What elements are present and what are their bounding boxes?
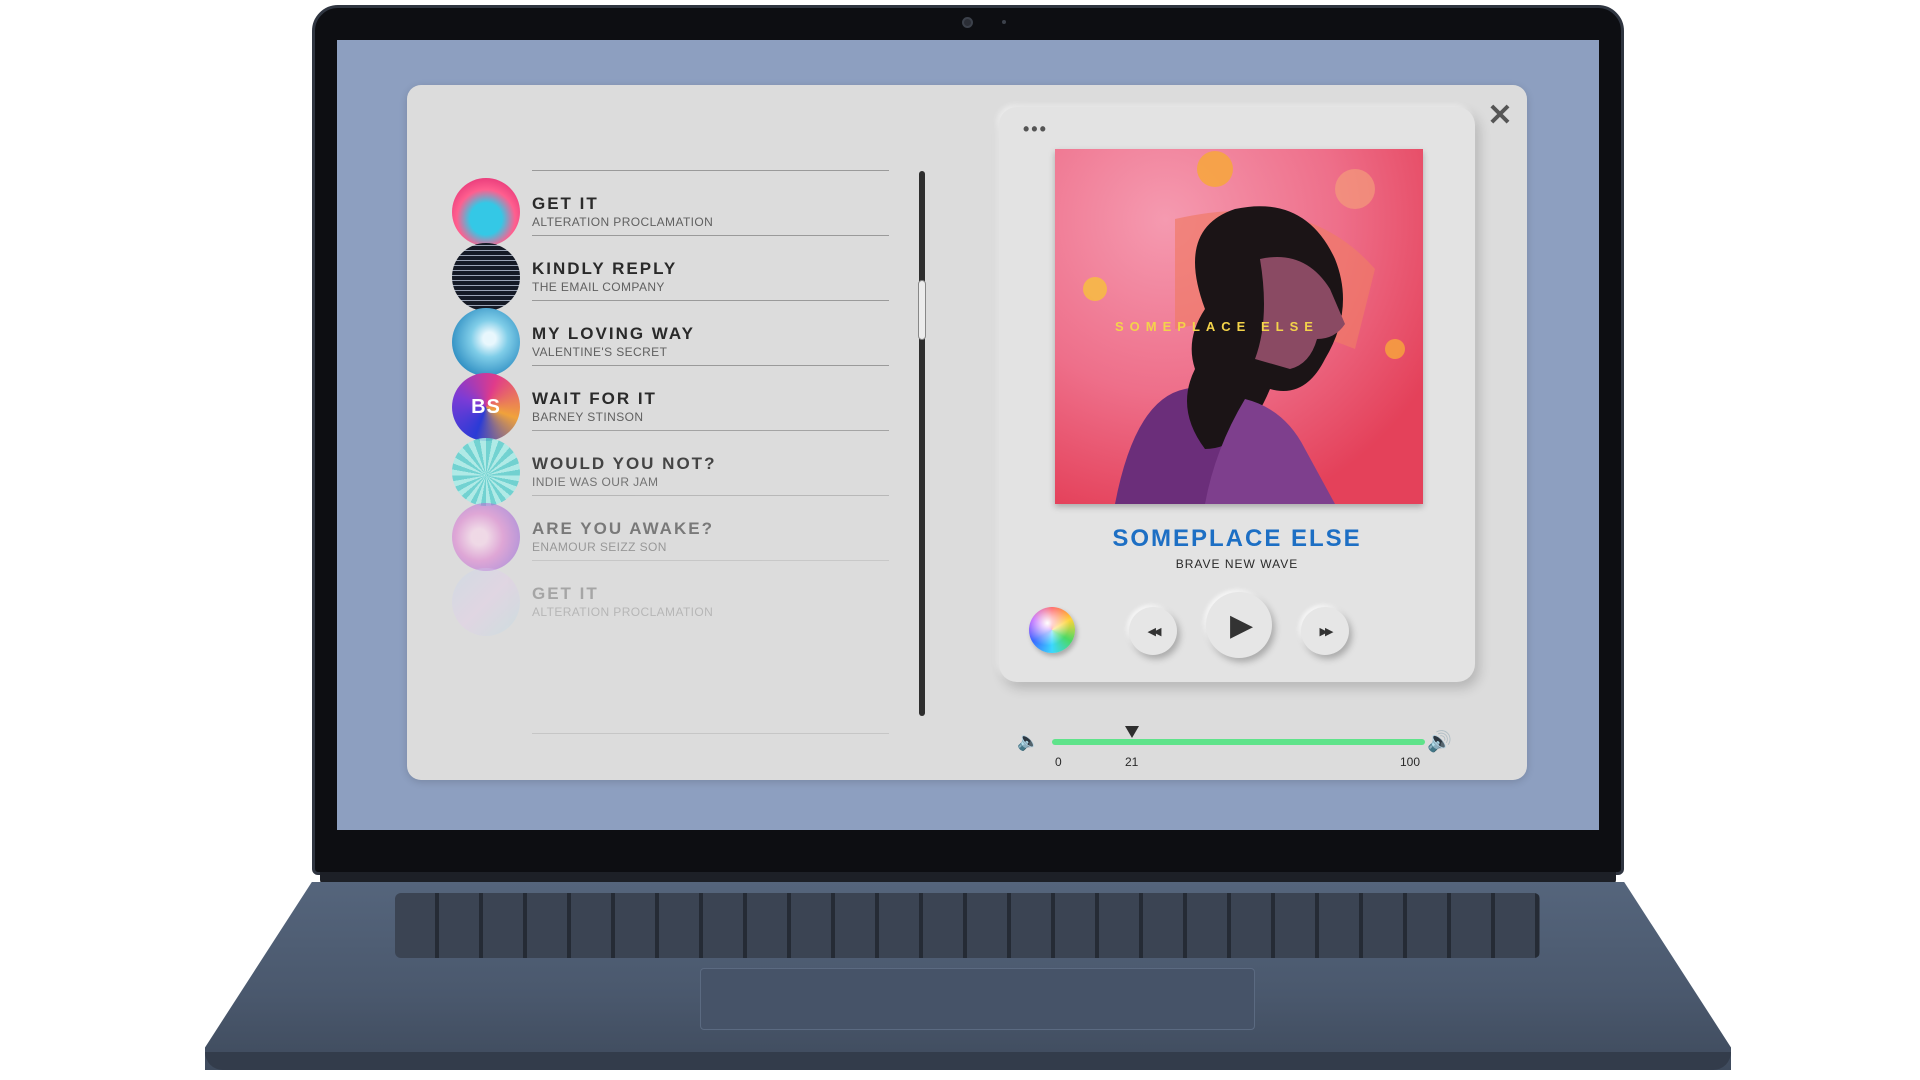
track-artist: BARNEY STINSON bbox=[532, 410, 644, 424]
track-title: MY LOVING WAY bbox=[532, 324, 695, 343]
playlist-scrollbar[interactable] bbox=[919, 171, 925, 716]
divider bbox=[532, 430, 889, 431]
track-title: WOULD YOU NOT? bbox=[532, 454, 717, 473]
track-title: KINDLY REPLY bbox=[532, 259, 678, 278]
play-button[interactable]: ▶ bbox=[1206, 592, 1272, 658]
close-icon[interactable]: ✕ bbox=[1485, 101, 1515, 131]
now-playing-card: ••• SOMEPLACE ELSE SOMEPLACE ELSE BRAVE … bbox=[999, 107, 1475, 682]
album-art-thumbnail bbox=[452, 568, 520, 636]
track-artist: ALTERATION PROCLAMATION bbox=[532, 605, 714, 619]
fast-forward-icon: ▶▶ bbox=[1319, 625, 1334, 638]
divider bbox=[532, 170, 889, 171]
track-artist: VALENTINE'S SECRET bbox=[532, 345, 668, 359]
divider bbox=[532, 300, 889, 301]
volume-min-label: 0 bbox=[1055, 755, 1062, 769]
track-title: GET IT bbox=[532, 584, 599, 603]
more-options-icon[interactable]: ••• bbox=[1023, 119, 1048, 140]
track-artist: INDIE WAS OUR JAM bbox=[532, 475, 659, 489]
webcam-icon bbox=[962, 17, 973, 28]
volume-slider[interactable] bbox=[1052, 739, 1425, 745]
divider bbox=[532, 235, 889, 236]
list-item[interactable]: GET IT ALTERATION PROCLAMATION bbox=[452, 560, 892, 640]
track-title: GET IT bbox=[532, 194, 599, 213]
touchpad bbox=[700, 968, 1255, 1030]
album-cover-title: SOMEPLACE ELSE bbox=[1115, 319, 1319, 334]
divider bbox=[532, 495, 889, 496]
song-title: SOMEPLACE ELSE bbox=[1112, 525, 1362, 552]
divider bbox=[532, 365, 889, 366]
album-art-label: BS bbox=[471, 395, 501, 418]
volume-high-icon[interactable]: 🔊 bbox=[1427, 729, 1452, 754]
scrollbar-thumb[interactable] bbox=[918, 280, 926, 340]
desktop-screen: ✕ GET IT ALTERATION PROCLAMATION KINDLY … bbox=[337, 40, 1599, 830]
laptop-base-edge bbox=[205, 1052, 1731, 1070]
track-artist: THE EMAIL COMPANY bbox=[532, 280, 665, 294]
volume-max-label: 100 bbox=[1400, 755, 1421, 769]
track-title: ARE YOU AWAKE? bbox=[532, 519, 714, 538]
keyboard bbox=[395, 893, 1540, 958]
previous-button[interactable]: ◀◀ bbox=[1129, 607, 1177, 655]
track-title: WAIT FOR IT bbox=[532, 389, 657, 408]
track-artist: ALTERATION PROCLAMATION bbox=[532, 215, 714, 229]
volume-slider-thumb[interactable] bbox=[1125, 726, 1139, 738]
track-artist: ENAMOUR SEIZZ SON bbox=[532, 540, 667, 554]
volume-value-label: 21 bbox=[1125, 755, 1139, 769]
play-icon: ▶ bbox=[1229, 608, 1254, 642]
music-player-window: ✕ GET IT ALTERATION PROCLAMATION KINDLY … bbox=[407, 85, 1527, 780]
song-artist: BRAVE NEW WAVE bbox=[1175, 557, 1299, 571]
volume-low-icon[interactable]: 🔈 bbox=[1017, 731, 1039, 752]
playlist: GET IT ALTERATION PROCLAMATION KINDLY RE… bbox=[452, 170, 892, 735]
rewind-icon: ◀◀ bbox=[1147, 625, 1162, 638]
divider bbox=[532, 733, 889, 734]
next-button[interactable]: ▶▶ bbox=[1301, 607, 1349, 655]
album-cover: SOMEPLACE ELSE bbox=[1055, 149, 1423, 504]
color-picker-icon[interactable] bbox=[1029, 607, 1075, 653]
divider bbox=[532, 560, 889, 561]
camera-indicator bbox=[1002, 20, 1006, 24]
